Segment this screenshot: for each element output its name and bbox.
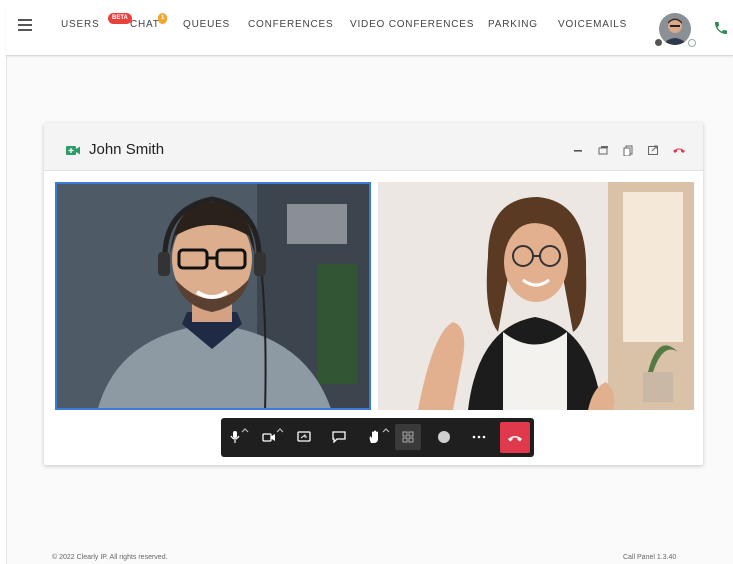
grid-view-icon[interactable] <box>395 424 421 450</box>
copy-icon[interactable] <box>622 143 634 157</box>
nav-queues[interactable]: QUEUES <box>183 19 230 30</box>
popout-icon[interactable] <box>647 143 659 155</box>
nav-parking[interactable]: PARKING <box>488 19 538 30</box>
status-dot <box>654 38 663 47</box>
nav-users[interactable]: USERS <box>61 19 99 30</box>
video-camera-icon <box>66 143 80 155</box>
copyright-text: © 2022 Clearly IP. All rights reserved. <box>52 554 168 561</box>
minimize-icon[interactable] <box>572 143 584 154</box>
call-toolbar <box>221 418 534 457</box>
record-icon[interactable] <box>431 424 457 450</box>
beta-badge: BETA <box>108 13 132 24</box>
nav-voicemails[interactable]: VOICEMAILS <box>558 19 627 30</box>
screen-share-icon[interactable] <box>291 424 317 450</box>
participant-video-speaker[interactable] <box>55 182 371 410</box>
call-title: John Smith <box>89 141 165 158</box>
presence-indicator <box>688 39 696 47</box>
hamburger-icon[interactable] <box>18 19 32 31</box>
avatar[interactable] <box>659 13 691 45</box>
more-icon[interactable] <box>466 424 492 450</box>
participant-video-remote[interactable] <box>378 182 694 410</box>
video-call-card: John Smith <box>44 123 703 465</box>
phone-icon[interactable] <box>713 20 729 36</box>
call-header: John Smith <box>44 123 703 171</box>
version-text: Call Panel 1.3.40 <box>623 554 677 561</box>
chat-icon[interactable] <box>326 424 352 450</box>
restore-icon[interactable] <box>597 143 609 155</box>
nav-chat[interactable]: CHAT <box>130 19 160 30</box>
mic-options-caret-icon[interactable] <box>241 420 249 433</box>
end-call-button[interactable] <box>500 422 530 453</box>
camera-options-caret-icon[interactable] <box>276 420 284 433</box>
nav-conferences[interactable]: CONFERENCES <box>248 19 333 30</box>
raise-hand-caret-icon[interactable] <box>382 420 390 433</box>
chat-count-badge: 1 <box>158 13 168 24</box>
end-call-icon <box>508 435 522 441</box>
hangup-icon[interactable] <box>672 143 685 154</box>
nav-video-conferences[interactable]: VIDEO CONFERENCES <box>350 19 474 30</box>
